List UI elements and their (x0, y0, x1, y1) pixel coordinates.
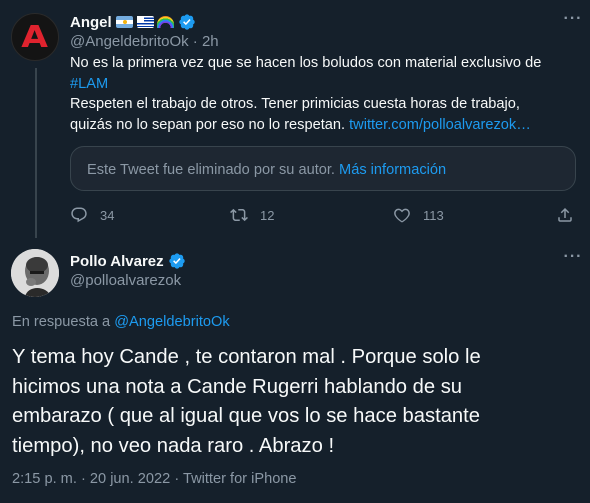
external-link[interactable]: twitter.com/polloalvarezok… (349, 117, 531, 133)
thread-connector-line (35, 68, 37, 238)
retweet-count: 12 (260, 207, 275, 223)
author-name[interactable]: Pollo Alvarez (70, 253, 164, 270)
tweet-date[interactable]: 20 jun. 2022 (90, 471, 170, 487)
avatar[interactable] (11, 249, 59, 297)
argentina-flag-icon (115, 16, 133, 28)
separator: · (174, 471, 180, 487)
tweet-text-line: tiempo), no veo nada raro . Abrazo ! (12, 435, 335, 458)
share-icon (558, 207, 572, 222)
verified-badge-icon (168, 253, 185, 269)
tweet-text-line: No es la primera vez que se hacen los bo… (70, 55, 542, 71)
tweet-text-line: quizás no lo sepan por eso no lo respeta… (70, 116, 346, 133)
more-info-link[interactable]: Más información (339, 162, 446, 178)
tweet-text-line: Respeten el trabajo de otros. Tener prim… (70, 96, 520, 112)
author-handle[interactable]: @AngeldebritoOk (70, 33, 189, 50)
retweet-icon (230, 208, 248, 222)
tweet-text: No es la primera vez que se hacen los bo… (70, 53, 570, 135)
verified-badge-icon (178, 14, 195, 30)
reply-count: 34 (100, 207, 115, 223)
tweet-time[interactable]: 2h (202, 33, 219, 50)
hashtag-link[interactable]: #LAM (70, 74, 570, 95)
uruguay-flag-icon (136, 16, 154, 28)
like-button[interactable]: 113 (393, 206, 444, 224)
author-row: Angel (70, 12, 196, 32)
reply-button[interactable]: 34 (70, 206, 114, 224)
tweet-metadata: 2:15 p. m. · 20 jun. 2022 · Twitter for … (12, 471, 297, 487)
more-options-button[interactable]: ··· (562, 249, 584, 272)
tweet-text-line: Y tema hoy Cande , te contaron mal . Por… (12, 346, 481, 368)
deleted-tweet-notice: Este Tweet fue eliminado por su autor. M… (70, 146, 576, 191)
tweet-text: Y tema hoy Cande , te contaron mal . Por… (12, 343, 582, 462)
retweet-button[interactable]: 12 (230, 206, 274, 224)
more-options-button[interactable]: ··· (562, 11, 584, 34)
reply-context: En respuesta a @AngeldebritoOk (12, 314, 230, 330)
separator: · (80, 471, 86, 487)
deleted-notice-text: Este Tweet fue eliminado por su autor. (87, 162, 335, 178)
avatar[interactable]: A (11, 13, 59, 61)
like-count: 113 (423, 207, 444, 223)
reply-prefix: En respuesta a (12, 314, 111, 330)
tweet-text-line: embarazo ( que al igual que vos lo se ha… (12, 405, 480, 428)
heart-icon (394, 208, 410, 223)
tweet-actions: 34 12 113 (70, 206, 580, 226)
separator: · (192, 33, 198, 50)
profile-photo (11, 249, 59, 297)
reply-to-handle[interactable]: @AngeldebritoOk (114, 314, 229, 330)
share-button[interactable] (556, 206, 586, 224)
handle-row: @AngeldebritoOk · 2h (70, 33, 219, 50)
tweet-source[interactable]: Twitter for iPhone (183, 471, 297, 487)
original-tweet[interactable]: A Angel @AngeldebritoOk · 2h ··· No es l… (0, 0, 590, 238)
author-row: Pollo Alvarez (70, 251, 186, 271)
author-name[interactable]: Angel (70, 14, 112, 31)
tweet-text-line: hicimos una nota a Cande Rugerri habland… (12, 375, 463, 398)
reply-icon (71, 207, 87, 223)
avatar-letter: A (21, 19, 49, 55)
author-handle[interactable]: @polloalvarezok (70, 272, 181, 289)
rainbow-icon (156, 16, 174, 28)
tweet-time[interactable]: 2:15 p. m. (12, 471, 77, 487)
